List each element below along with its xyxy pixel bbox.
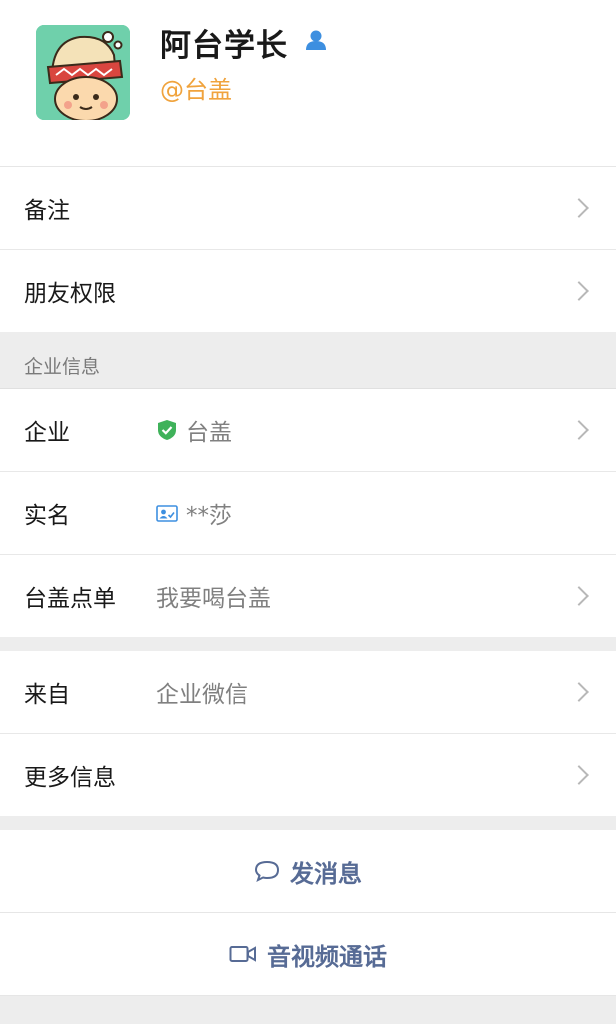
profile-handle: @台盖 — [160, 76, 232, 104]
chevron-right-icon — [569, 281, 589, 301]
row-label: 朋友权限 — [24, 281, 116, 307]
avatar[interactable] — [36, 25, 130, 120]
row-value: 我要喝台盖 — [156, 586, 271, 612]
chevron-right-icon — [569, 198, 589, 218]
row-value: 企业微信 — [156, 682, 248, 708]
real-name-row: 实名 **莎 — [0, 472, 616, 555]
row-label: 更多信息 — [24, 765, 116, 791]
more-group: 来自 企业微信 更多信息 — [0, 651, 616, 816]
video-call-label: 音视频通话 — [267, 942, 387, 971]
enterprise-row[interactable]: 企业 台盖 — [0, 389, 616, 472]
send-message-button[interactable]: 发消息 — [0, 830, 616, 913]
row-value: **莎 — [186, 503, 232, 529]
shield-check-icon — [156, 419, 178, 441]
verified-user-icon — [303, 28, 329, 52]
row-label: 备注 — [24, 198, 70, 224]
friend-permission-row[interactable]: 朋友权限 — [0, 250, 616, 332]
chat-bubble-icon — [254, 860, 280, 882]
more-info-row[interactable]: 更多信息 — [0, 734, 616, 816]
source-row[interactable]: 来自 企业微信 — [0, 651, 616, 734]
top-settings-group: 备注 朋友权限 — [0, 167, 616, 332]
chevron-right-icon — [569, 586, 589, 606]
row-value-wrap: 台盖 — [156, 413, 232, 447]
profile-header: 阿台学长 @台盖 — [0, 0, 616, 167]
chevron-right-icon — [569, 682, 589, 702]
send-message-label: 发消息 — [290, 859, 362, 888]
row-label: 来自 — [24, 682, 70, 708]
remark-row[interactable]: 备注 — [0, 167, 616, 250]
row-value: 台盖 — [186, 420, 232, 446]
row-label: 台盖点单 — [24, 586, 116, 612]
video-camera-icon — [229, 946, 256, 962]
chevron-right-icon — [569, 420, 589, 440]
row-label: 实名 — [24, 503, 70, 529]
row-value-wrap: **莎 — [156, 496, 232, 530]
video-call-button[interactable]: 音视频通话 — [0, 913, 616, 996]
divider — [0, 816, 616, 830]
chevron-right-icon — [569, 765, 589, 785]
divider — [0, 637, 616, 651]
section-title: 企业信息 — [0, 332, 616, 389]
profile-name: 阿台学长 — [160, 28, 288, 64]
id-card-icon — [156, 502, 178, 524]
row-label: 企业 — [24, 420, 70, 446]
enterprise-group: 企业 台盖 实名 **莎 台盖点单 我要喝台盖 — [0, 389, 616, 637]
order-row[interactable]: 台盖点单 我要喝台盖 — [0, 555, 616, 637]
